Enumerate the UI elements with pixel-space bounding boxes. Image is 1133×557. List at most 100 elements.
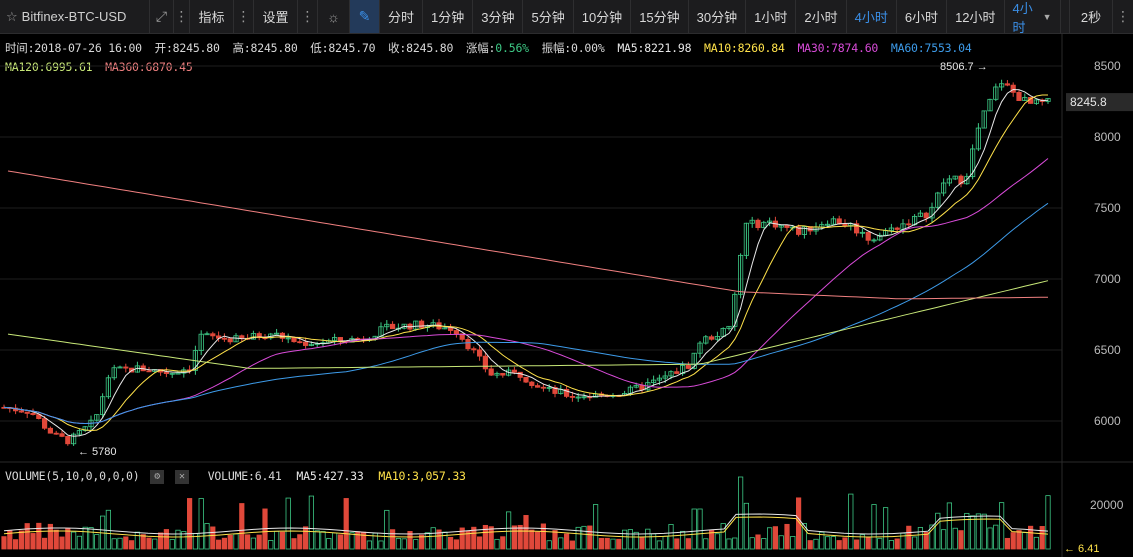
volume-bar xyxy=(691,508,697,550)
candle-body xyxy=(465,339,471,350)
candle-body xyxy=(59,433,65,437)
volume-bar xyxy=(65,528,71,550)
candle-body xyxy=(53,432,59,435)
volume-bar xyxy=(871,504,877,550)
volume-last-label: ← 6.41 xyxy=(1064,543,1099,555)
candle-body xyxy=(755,219,761,229)
volume-bar xyxy=(378,540,384,550)
volume-bar xyxy=(697,508,703,550)
volume-bar xyxy=(320,531,326,550)
volume-bar xyxy=(331,532,338,550)
volume-bar xyxy=(593,504,599,550)
volume-bar xyxy=(604,537,610,550)
volume-bar xyxy=(987,527,993,550)
volume-bar xyxy=(523,515,529,550)
volume-bar xyxy=(239,503,245,550)
volume-bar xyxy=(186,498,193,550)
volume-bar xyxy=(30,533,36,550)
volume-bar xyxy=(401,538,407,550)
low-annotation: ← 5780 xyxy=(78,446,117,458)
volume-bar xyxy=(917,527,924,550)
candle-body xyxy=(418,320,425,329)
candle-body xyxy=(239,335,245,339)
volume-bar xyxy=(1022,532,1028,550)
candle-body xyxy=(535,385,541,388)
candle-body xyxy=(302,341,309,346)
candle-body xyxy=(500,372,506,376)
candle-body xyxy=(65,436,71,445)
volume-bar xyxy=(662,535,668,550)
volume-bar xyxy=(1016,530,1022,550)
volume-bar xyxy=(767,527,773,550)
candle-body xyxy=(210,333,216,337)
volume-bar xyxy=(453,539,460,550)
volume-bar xyxy=(349,532,355,550)
volume-bar xyxy=(784,523,790,550)
candle-body xyxy=(906,223,912,226)
volume-bar xyxy=(552,530,558,550)
volume-bar xyxy=(622,529,628,550)
volume-bar xyxy=(314,530,320,550)
volume-bar xyxy=(645,528,651,550)
candle-body xyxy=(894,227,900,230)
volume-bar xyxy=(790,536,796,550)
volume-bar xyxy=(273,530,280,550)
volume-bar xyxy=(546,540,552,550)
volume-bar xyxy=(1039,526,1045,550)
volume-bar xyxy=(36,522,42,550)
volume-bar xyxy=(389,529,396,550)
volume-bar xyxy=(1010,532,1016,550)
volume-bar xyxy=(308,495,315,550)
volume-tick-label: 20000 xyxy=(1090,498,1124,512)
candle-body xyxy=(482,355,489,370)
volume-bar xyxy=(848,493,854,550)
volume-bar xyxy=(825,536,831,550)
volume-bar xyxy=(610,538,616,550)
volume-bar xyxy=(854,539,860,550)
volume-bar xyxy=(169,539,175,550)
volume-bar xyxy=(732,537,738,550)
candle-body xyxy=(471,348,477,351)
volume-bar xyxy=(163,529,169,550)
volume-bar xyxy=(842,537,848,550)
volume-bar xyxy=(447,536,454,550)
volume-bar xyxy=(395,538,402,550)
volume-bar xyxy=(442,531,448,550)
candle-body xyxy=(453,330,460,335)
volume-bar xyxy=(680,530,686,550)
candle-body xyxy=(24,411,30,414)
ma60-line xyxy=(3,202,1049,425)
volume-bar xyxy=(302,526,309,550)
price-tick-label: 8500 xyxy=(1094,59,1121,73)
candle-body xyxy=(123,366,129,369)
candle-body xyxy=(569,396,576,398)
volume-bar xyxy=(564,533,570,550)
volume-bar xyxy=(488,526,494,550)
candle-body xyxy=(175,372,181,375)
volume-bar xyxy=(714,533,721,550)
candle-body xyxy=(685,365,692,369)
volume-bar xyxy=(587,525,593,550)
volume-bar xyxy=(627,529,634,550)
volume-bar xyxy=(952,527,958,550)
candle-body xyxy=(842,223,848,226)
volume-bar xyxy=(912,536,918,550)
price-tick-label: 7000 xyxy=(1094,272,1121,286)
volume-bar xyxy=(894,538,900,550)
candle-body xyxy=(529,381,535,386)
volume-bar xyxy=(877,537,883,550)
volume-bar xyxy=(505,511,512,550)
volume-bar xyxy=(210,526,216,550)
volume-bar xyxy=(157,532,164,550)
candle-body xyxy=(221,337,227,340)
volume-bar xyxy=(18,530,25,550)
candle-body xyxy=(291,337,297,343)
volume-bar xyxy=(558,537,564,550)
volume-bar xyxy=(517,524,523,550)
candle-body xyxy=(146,370,152,373)
volume-bar xyxy=(250,537,256,550)
kline-chart[interactable]: 8500 8000 7500 7000 6500 6000 8245.8 20000 8506.… xyxy=(0,0,1133,557)
candle-body xyxy=(389,323,396,330)
candle-body xyxy=(523,376,529,383)
volume-bar xyxy=(830,536,837,550)
